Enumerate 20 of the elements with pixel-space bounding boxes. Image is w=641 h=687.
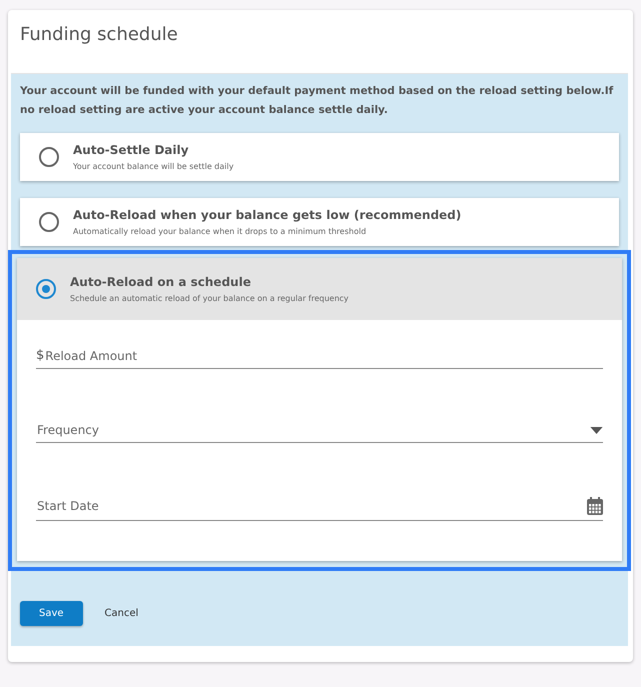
panel-title: Funding schedule [19, 23, 179, 47]
option-title: Auto-Reload when your balance gets low (recommended) [73, 208, 462, 222]
dropdown-field[interactable]: Frequency [37, 423, 590, 437]
option-description: Your account balance will be settle daily [73, 162, 234, 171]
option-description: Schedule an automatic reload of your balance on a regular frequency [70, 294, 349, 303]
option-description: Automatically reload your balance when it drops to a minimum threshold [73, 227, 368, 236]
option-title: Auto-Settle Daily [73, 143, 190, 157]
date-field[interactable]: Start Date [37, 499, 587, 513]
cancel-button[interactable]: Cancel [104, 608, 138, 619]
radio-button[interactable] [36, 279, 56, 299]
intro-text: Your account will be funded with your default payment method based on the reload setting below.If no reload setting are active your account balance settle daily. [19, 84, 614, 118]
save-button[interactable]: Save [20, 601, 83, 626]
radio-button[interactable] [39, 147, 59, 167]
calendar-icon [587, 497, 603, 515]
radio-button[interactable] [39, 212, 59, 232]
input-field[interactable]: Reload Amount [45, 348, 603, 362]
option-header[interactable]: Auto-Reload on a schedule Schedule an automatic reload of your balance on a regular frequency [17, 258, 622, 320]
option-title: Auto-Reload on a schedule [70, 275, 252, 289]
caret-icon [590, 426, 603, 434]
currency-symbol: $ [36, 348, 44, 363]
